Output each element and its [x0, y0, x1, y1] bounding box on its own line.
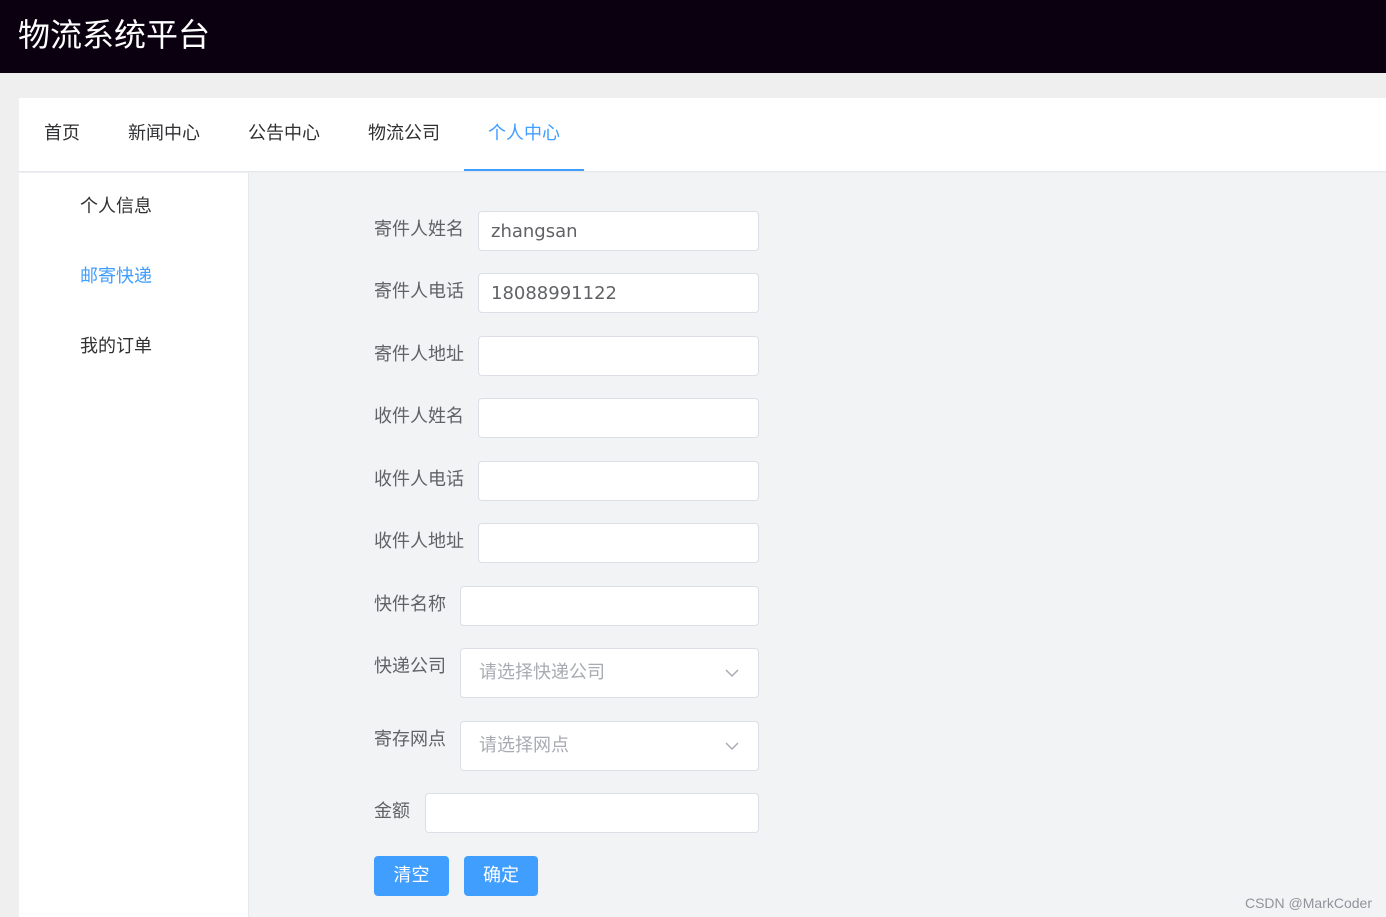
receiver-address-input[interactable]: [478, 523, 759, 563]
main-content: 寄件人姓名 寄件人电话 寄件人地址 收件人姓名 收件人电话 收件人地址 快件名称…: [249, 173, 1386, 917]
nav-item-home[interactable]: 首页: [44, 98, 80, 172]
watermark: CSDN @MarkCoder: [1244, 895, 1372, 911]
sender-name-input[interactable]: [478, 211, 759, 251]
clear-button[interactable]: 清空: [374, 856, 449, 896]
sender-address-label: 寄件人地址: [374, 344, 464, 365]
nav-item-notices[interactable]: 公告中心: [248, 98, 320, 172]
nav-item-personal-center[interactable]: 个人中心: [488, 98, 560, 172]
nav-item-news[interactable]: 新闻中心: [128, 98, 200, 172]
sender-phone-label: 寄件人电话: [374, 281, 464, 302]
receiver-phone-label: 收件人电话: [374, 469, 464, 490]
item-name-input[interactable]: [460, 586, 759, 626]
amount-input[interactable]: [425, 793, 759, 833]
receiver-name-label: 收件人姓名: [374, 406, 464, 427]
amount-label: 金额: [374, 801, 410, 822]
dropoff-point-label: 寄存网点: [374, 729, 446, 750]
submit-button[interactable]: 确定: [464, 856, 538, 896]
sender-address-input[interactable]: [478, 336, 759, 376]
chevron-down-icon: [725, 742, 739, 751]
receiver-phone-input[interactable]: [478, 461, 759, 501]
chevron-down-icon: [725, 669, 739, 678]
nav-item-logistics-companies[interactable]: 物流公司: [368, 98, 440, 172]
receiver-name-input[interactable]: [478, 398, 759, 438]
item-name-label: 快件名称: [374, 594, 446, 615]
sidebar: 个人信息 邮寄快递 我的订单: [19, 173, 249, 917]
top-header: 物流系统平台: [0, 0, 1386, 73]
sidebar-item-send-express[interactable]: 邮寄快递: [80, 265, 152, 289]
courier-company-label: 快递公司: [374, 656, 446, 677]
sender-name-label: 寄件人姓名: [374, 219, 464, 240]
sidebar-item-personal-info[interactable]: 个人信息: [80, 195, 152, 219]
sender-phone-input[interactable]: [478, 273, 759, 313]
app-title: 物流系统平台: [18, 16, 211, 54]
nav-active-indicator: [464, 169, 584, 171]
receiver-address-label: 收件人地址: [374, 531, 464, 552]
courier-company-placeholder: 请选择快递公司: [479, 662, 605, 683]
top-nav: 首页 新闻中心 公告中心 物流公司 个人中心: [19, 98, 1386, 172]
dropoff-point-placeholder: 请选择网点: [479, 735, 569, 756]
courier-company-select[interactable]: 请选择快递公司: [460, 648, 759, 698]
sidebar-item-my-orders[interactable]: 我的订单: [80, 335, 152, 359]
dropoff-point-select[interactable]: 请选择网点: [460, 721, 759, 771]
